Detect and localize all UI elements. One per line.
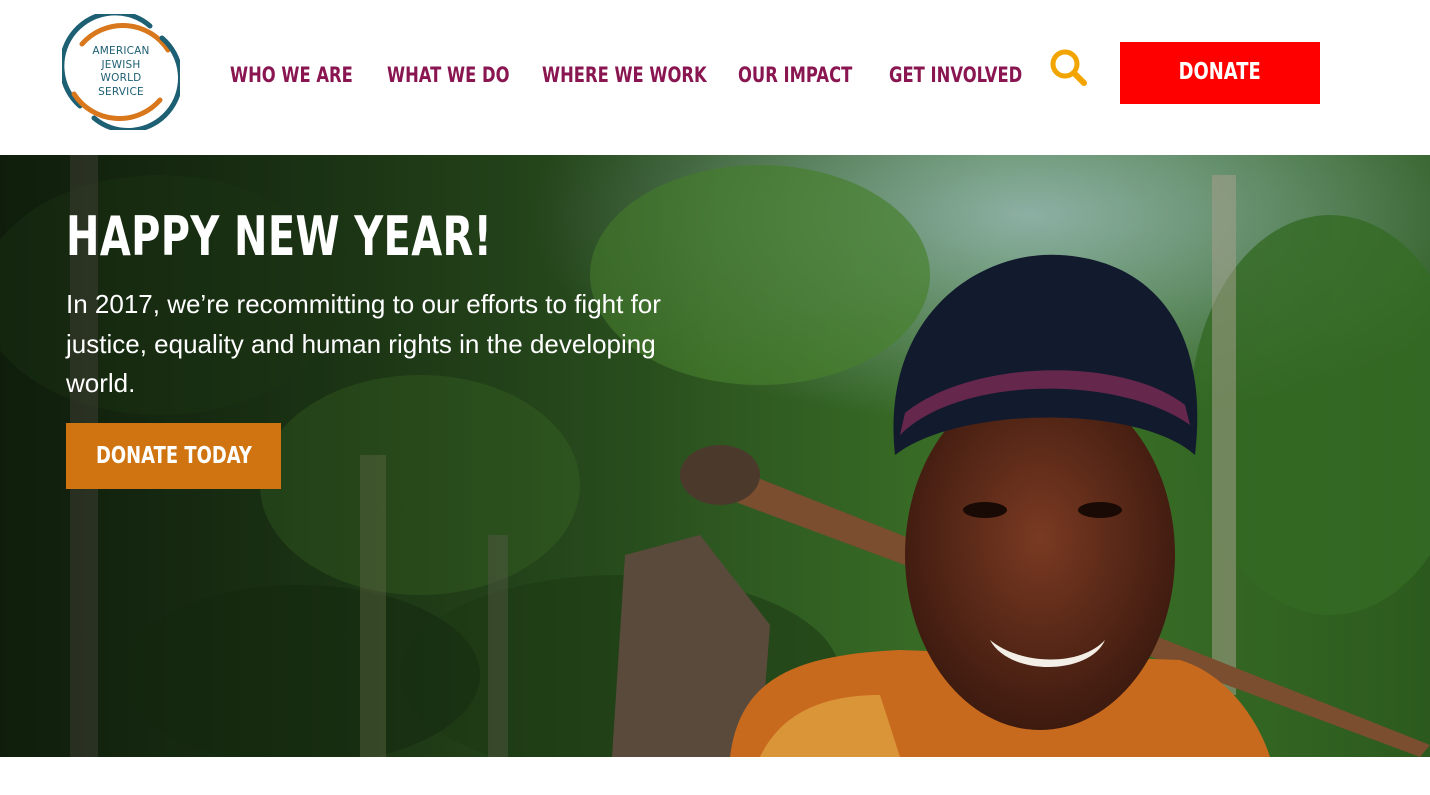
- site-header: AMERICAN JEWISH WORLD SERVICE WHO WE ARE…: [0, 0, 1430, 155]
- donate-button-label: DONATE: [1178, 59, 1262, 85]
- hero-banner: HAPPY NEW YEAR! In 2017, we’re recommitt…: [0, 155, 1430, 757]
- logo-line: AMERICAN: [92, 45, 150, 57]
- nav-where-we-work[interactable]: WHERE WE WORK: [542, 58, 707, 92]
- hero-title: HAPPY NEW YEAR!: [66, 205, 493, 268]
- below-hero-area: [0, 757, 1430, 795]
- nav-our-impact[interactable]: OUR IMPACT: [738, 58, 852, 92]
- logo-line: JEWISH: [101, 58, 141, 71]
- ajws-logo[interactable]: AMERICAN JEWISH WORLD SERVICE: [62, 14, 180, 130]
- nav-get-involved[interactable]: GET INVOLVED: [889, 58, 1022, 92]
- nav-what-we-do[interactable]: WHAT WE DO: [387, 58, 510, 92]
- logo-line: SERVICE: [98, 85, 144, 98]
- hero-body-text: In 2017, we’re recommitting to our effor…: [66, 289, 661, 398]
- donate-today-button[interactable]: DONATE TODAY: [66, 423, 281, 489]
- logo-wordmark: AMERICAN JEWISH WORLD SERVICE: [62, 45, 180, 99]
- donate-button[interactable]: DONATE: [1120, 42, 1320, 104]
- nav-who-we-are[interactable]: WHO WE ARE: [230, 58, 353, 92]
- donate-today-label: DONATE TODAY: [95, 443, 252, 469]
- logo-line: WORLD: [100, 72, 142, 84]
- search-icon: [1050, 49, 1087, 86]
- search-button[interactable]: [1048, 48, 1090, 90]
